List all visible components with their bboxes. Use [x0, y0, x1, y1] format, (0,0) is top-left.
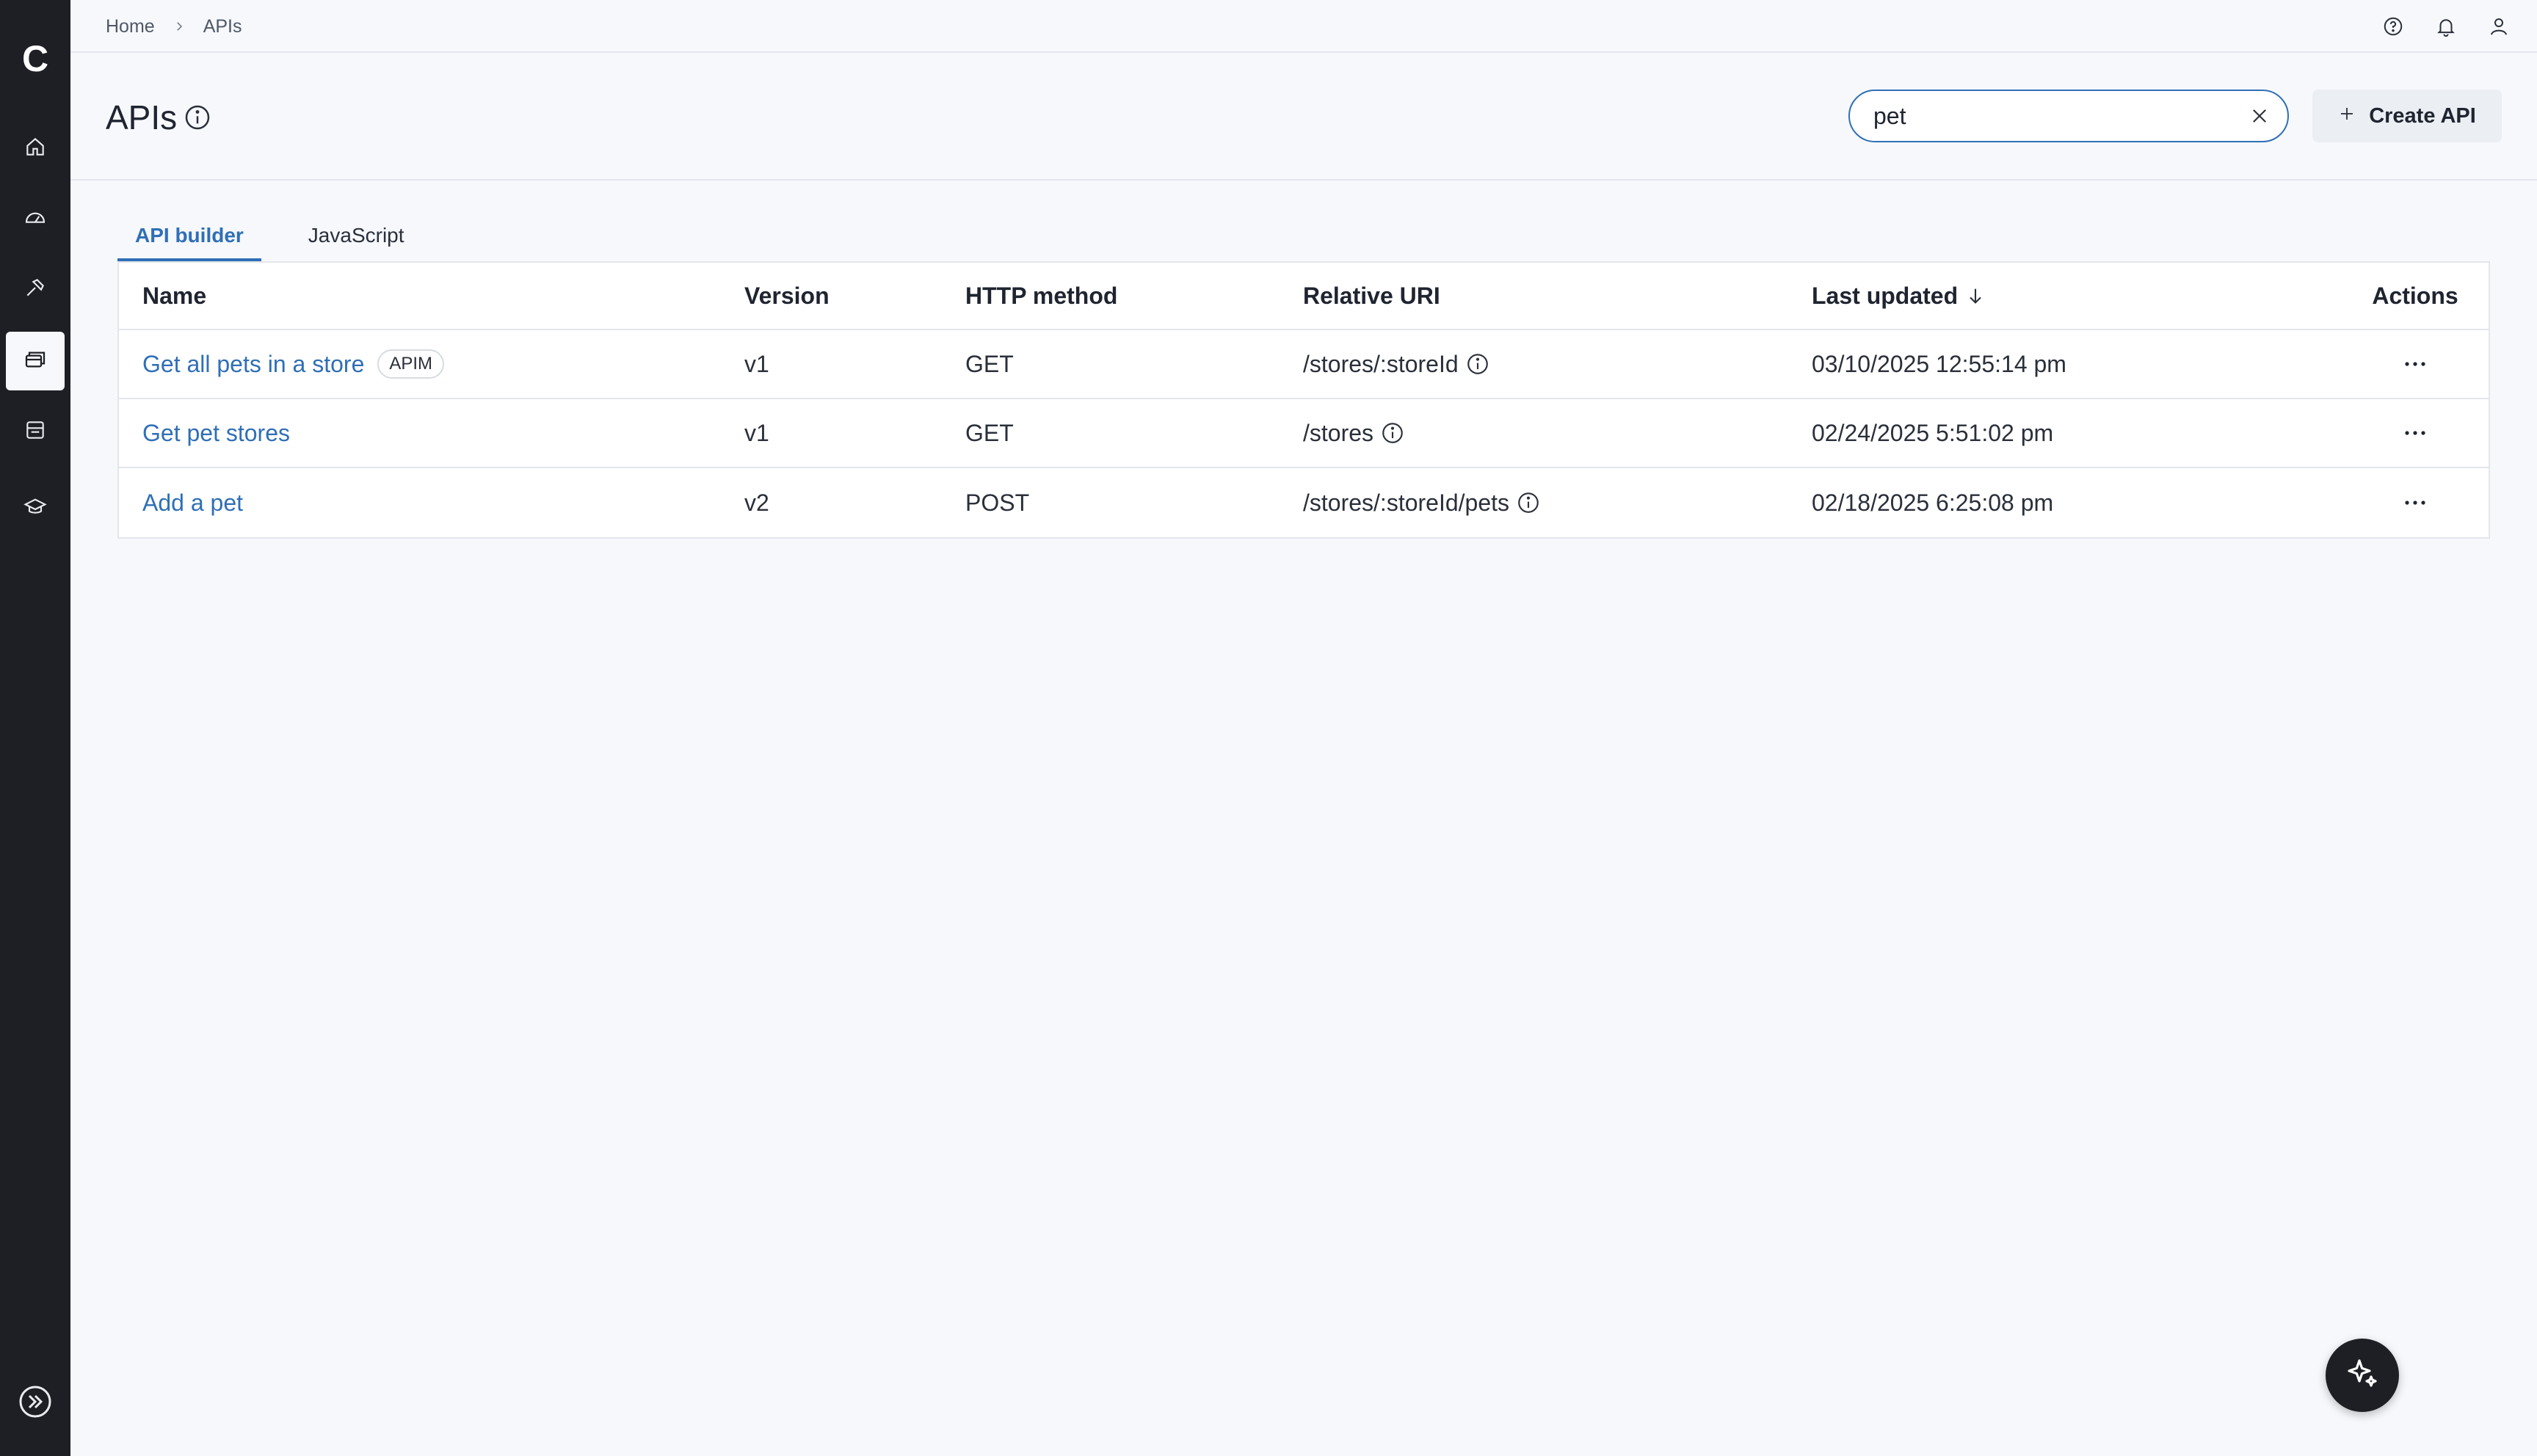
app-logo[interactable]: C: [0, 35, 70, 82]
method-cell: GET: [965, 350, 1014, 377]
breadcrumb: Home APIs: [106, 0, 242, 53]
column-header-version[interactable]: Version: [744, 263, 830, 329]
help-icon[interactable]: [2381, 15, 2405, 38]
sidebar-expand-button[interactable]: [18, 1386, 53, 1421]
info-icon[interactable]: [183, 103, 212, 132]
learning-icon: [23, 495, 47, 522]
page-title-container: APIs: [106, 94, 212, 141]
sidebar-item-apis[interactable]: [6, 332, 65, 390]
actions-cell: [2356, 330, 2474, 398]
user-icon[interactable]: [2487, 15, 2511, 38]
name-cell: Get all pets in a store APIM: [142, 330, 445, 398]
uri-text: /stores/:storeId: [1303, 350, 1459, 377]
actions-cell: [2356, 399, 2474, 467]
more-actions-icon[interactable]: [2395, 418, 2436, 448]
uri-cell: /stores: [1303, 399, 1406, 467]
uri-text: /stores/:storeId/pets: [1303, 489, 1510, 516]
breadcrumb-current: APIs: [203, 15, 242, 37]
table-header-row: Name Version HTTP method Relative URI La…: [119, 263, 2489, 330]
top-bar: Home APIs: [70, 0, 2537, 53]
tab-bar: API builder JavaScript: [117, 213, 422, 261]
info-icon[interactable]: [1515, 489, 1542, 516]
page-header: APIs Create API: [70, 53, 2537, 181]
uri-cell: /stores/:storeId: [1303, 330, 1491, 398]
ai-assistant-button[interactable]: [2326, 1339, 2399, 1412]
more-actions-icon[interactable]: [2395, 349, 2436, 379]
column-header-uri[interactable]: Relative URI: [1303, 263, 1440, 329]
column-header-method[interactable]: HTTP method: [965, 263, 1117, 329]
api-name-link[interactable]: Add a pet: [142, 489, 243, 517]
actions-cell: [2356, 468, 2474, 537]
table-row: Get pet stores v1 GET /stores 02/24/2025…: [119, 399, 2489, 468]
more-actions-icon[interactable]: [2395, 488, 2436, 517]
version-cell: v2: [744, 489, 769, 516]
plus-icon: [2338, 104, 2356, 128]
info-icon[interactable]: [1379, 420, 1406, 446]
search-field[interactable]: [1848, 90, 2289, 142]
version-cell: v1: [744, 350, 769, 377]
name-cell: Get pet stores: [142, 399, 290, 467]
dashboard-icon: [23, 205, 47, 233]
sidebar-item-dashboard[interactable]: [6, 189, 65, 248]
sidebar-item-learning[interactable]: [6, 478, 65, 537]
column-header-actions: Actions: [2372, 282, 2458, 309]
api-name-link[interactable]: Get pet stores: [142, 420, 290, 447]
updated-cell: 02/24/2025 5:51:02 pm: [1812, 419, 2054, 446]
store-icon: [23, 418, 47, 445]
tab-javascript[interactable]: JavaScript: [291, 213, 422, 261]
bell-icon[interactable]: [2434, 15, 2458, 38]
name-cell: Add a pet: [142, 468, 243, 537]
home-icon: [23, 135, 47, 162]
uri-cell: /stores/:storeId/pets: [1303, 468, 1542, 537]
api-name-link[interactable]: Get all pets in a store: [142, 351, 364, 378]
sparkle-icon: [2345, 1356, 2380, 1395]
updated-cell: 02/18/2025 6:25:08 pm: [1812, 489, 2054, 516]
page-title: APIs: [106, 98, 178, 136]
method-cell: GET: [965, 419, 1014, 446]
tab-api-builder[interactable]: API builder: [117, 213, 261, 261]
build-icon: [23, 276, 47, 303]
version-cell: v1: [744, 419, 769, 446]
apim-badge: APIM: [377, 349, 445, 379]
sidebar: C: [0, 0, 70, 1456]
updated-cell: 03/10/2025 12:55:14 pm: [1812, 350, 2066, 377]
sidebar-item-store[interactable]: [6, 402, 65, 461]
table-row: Add a pet v2 POST /stores/:storeId/pets …: [119, 468, 2489, 537]
column-header-name[interactable]: Name: [142, 263, 206, 329]
create-api-button[interactable]: Create API: [2312, 90, 2502, 142]
sidebar-item-build[interactable]: [6, 260, 65, 318]
create-api-label: Create API: [2369, 103, 2476, 128]
expand-icon: [18, 1384, 53, 1423]
table-row: Get all pets in a store APIM v1 GET /sto…: [119, 330, 2489, 399]
column-header-last-updated[interactable]: Last updated: [1812, 263, 1986, 329]
chevron-right-icon: [173, 20, 186, 33]
clear-search-icon[interactable]: [2246, 103, 2273, 129]
breadcrumb-home[interactable]: Home: [106, 16, 155, 37]
info-icon[interactable]: [1465, 351, 1491, 377]
sidebar-item-home[interactable]: [6, 119, 65, 178]
method-cell: POST: [965, 489, 1030, 516]
column-header-last-updated-label: Last updated: [1812, 282, 1959, 309]
sort-descending-icon[interactable]: [1965, 285, 1986, 306]
top-actions: [2381, 0, 2511, 53]
apis-icon: [23, 348, 47, 375]
search-input[interactable]: [1872, 101, 2246, 131]
apis-table: Name Version HTTP method Relative URI La…: [117, 261, 2490, 539]
uri-text: /stores: [1303, 419, 1374, 446]
